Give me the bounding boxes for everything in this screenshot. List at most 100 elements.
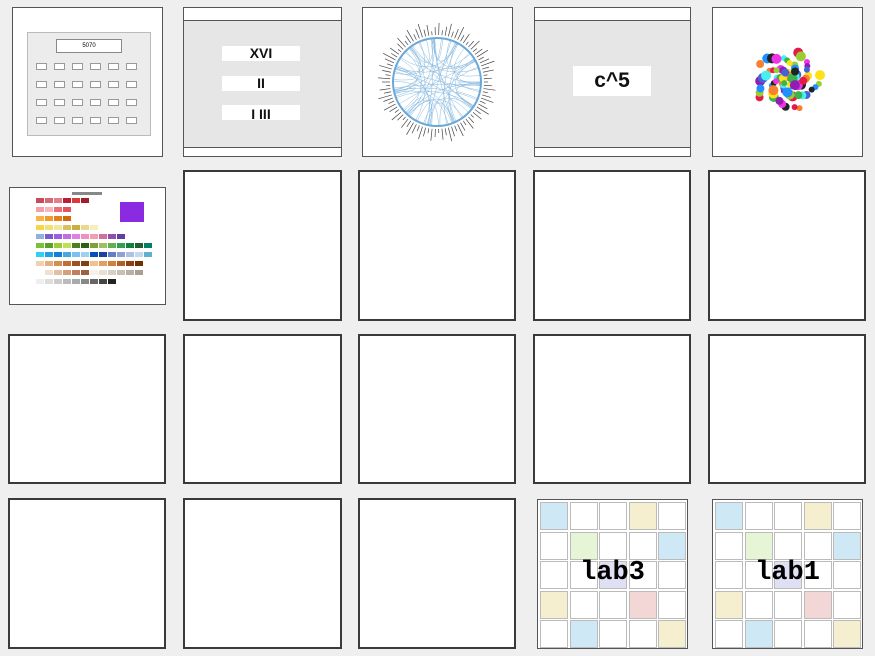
mini-thumbnail [658,620,686,648]
fractal-blob [786,59,793,66]
mini-thumbnail [715,590,743,619]
calculator-key [126,81,137,88]
chord-link [409,47,475,107]
chord-tick [413,34,417,40]
lab3-folder-thumbnail[interactable]: lab3 [537,499,688,649]
empty-slot-11[interactable] [183,498,342,649]
palette-swatch [72,279,80,284]
calculator-key [90,117,101,124]
calculator-key [36,81,47,88]
palette-swatch [72,243,80,248]
fractal-blob [773,78,780,85]
empty-slot-6[interactable] [183,334,342,484]
empty-slot-1[interactable] [183,170,342,321]
palette-swatch [63,243,71,248]
palette-swatch [72,198,80,203]
chord-tick [476,106,489,115]
palette-swatch [63,216,71,221]
calculator-key [54,99,65,106]
chord-tick [474,109,481,115]
empty-slot-9[interactable] [708,334,866,484]
chord-tick [483,74,488,76]
chord-tick [416,125,420,132]
empty-slot-4[interactable] [708,170,866,321]
lab1-folder-thumbnail[interactable]: lab1 [712,499,863,649]
chord-diagram-thumbnail[interactable] [362,7,513,157]
palette-swatch [126,270,134,275]
empty-slot-12[interactable] [358,498,516,649]
chord-tick [402,116,406,121]
palette-swatch [90,225,98,230]
chord-tick [423,127,426,137]
palette-swatch [36,270,44,275]
empty-slot-8[interactable] [533,334,691,484]
palette-swatch [135,243,143,248]
empty-slot-7[interactable] [358,334,516,484]
empty-slot-10[interactable] [8,498,166,649]
palette-swatch [135,252,143,257]
mini-thumbnail [803,590,832,619]
palette-swatch [72,261,80,266]
palette-swatch [45,279,53,284]
power-label-thumbnail[interactable]: c^5 [534,7,691,157]
chord-tick [482,66,490,70]
mini-thumbnail [540,620,568,648]
calculator-key [72,99,83,106]
mini-thumbnail [774,531,802,560]
chord-tick [397,43,404,50]
mini-thumbnail [715,502,743,530]
palette-swatch [54,261,62,266]
chord-tick [483,84,492,87]
palette-swatch [63,198,71,203]
chord-link [434,38,454,124]
chord-tick [460,35,465,42]
calculator-display: 5070 [56,39,122,53]
calculator-key [108,63,119,70]
calculator-thumbnail[interactable]: 5070 [12,7,163,157]
lab1-label: lab1 [755,558,820,588]
calculator-key [72,63,83,70]
palette-swatch [90,279,98,284]
chord-tick [378,77,391,80]
chord-tick [465,41,469,46]
chord-tick [385,74,391,76]
chord-tick [483,88,496,91]
empty-slot-5[interactable] [8,334,166,484]
chord-tick [478,56,484,61]
palette-swatch [81,270,89,275]
empty-slot-3[interactable] [533,170,691,321]
palette-swatch [63,261,71,266]
mini-thumbnail [833,531,861,560]
chord-tick [426,24,430,36]
mini-thumbnail [774,590,802,619]
palette-swatch [36,198,44,203]
fractal-blob [794,91,803,100]
palette-swatch [108,261,116,266]
mini-thumbnail [774,620,802,648]
palette-swatch [108,252,116,257]
calculator-key [90,63,101,70]
mini-thumbnail [628,502,657,530]
fractal-thumbnail[interactable] [712,7,863,157]
palette-swatch [144,252,152,257]
fractal-blob [768,85,779,96]
chord-tick [468,116,475,124]
palette-swatch [99,243,107,248]
palette-swatch [90,252,98,257]
calculator-key [126,63,137,70]
chord-tick [397,48,402,53]
palette-swatch [108,243,116,248]
empty-slot-2[interactable] [358,170,516,321]
chord-tick [423,29,426,37]
fractal-graphic [755,47,825,112]
roman-numeral-thumbnail[interactable]: XVI II I III [183,7,342,157]
color-palette-thumbnail[interactable] [9,187,166,305]
chord-tick [478,103,488,110]
chord-tick [465,118,474,129]
palette-swatch [54,279,62,284]
palette-swatch [117,243,125,248]
palette-swatch [126,252,134,257]
fractal-blob [756,84,765,93]
chord-tick [462,33,470,44]
palette-swatch [54,243,62,248]
